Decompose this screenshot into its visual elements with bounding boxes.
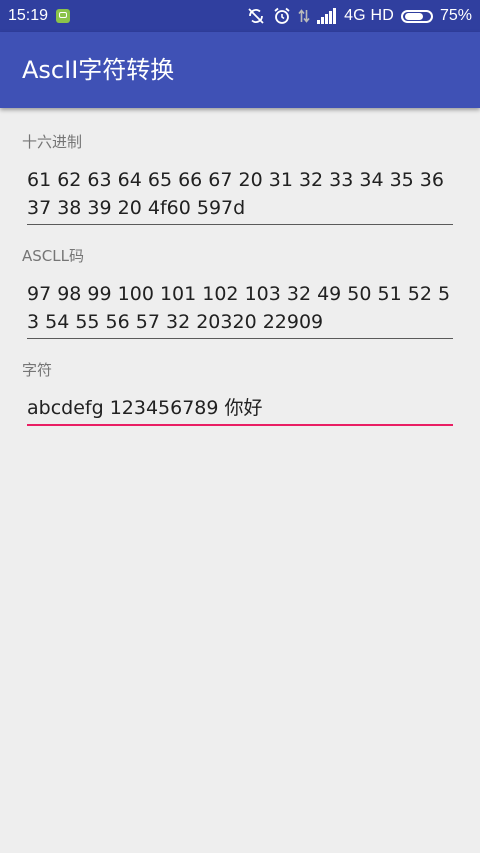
app-notification-icon <box>56 9 71 23</box>
char-field-group: 字符 abcdefg 123456789 你好 <box>22 360 453 426</box>
char-input[interactable]: abcdefg 123456789 你好 <box>27 394 453 426</box>
ascii-field-group: ASCLL码 97 98 99 100 101 102 103 32 49 50… <box>22 246 453 339</box>
sync-off-icon <box>248 8 264 24</box>
hex-field-group: 十六进制 61 62 63 64 65 66 67 20 31 32 33 34… <box>22 132 453 225</box>
data-arrows-icon <box>298 9 310 23</box>
battery-icon <box>400 9 433 23</box>
char-label: 字符 <box>22 361 53 379</box>
ascii-code-label: ASCLL码 <box>22 247 84 265</box>
status-bar-right: 4G HD 75% <box>246 0 472 32</box>
network-type-label: 4G HD <box>344 7 394 24</box>
battery-fill <box>404 12 423 20</box>
status-bar-left: 15:19 <box>8 0 71 32</box>
app-bar: AscII字符转换 <box>0 32 480 108</box>
hex-input[interactable]: 61 62 63 64 65 66 67 20 31 32 33 34 35 3… <box>27 166 453 225</box>
hex-label: 十六进制 <box>22 133 83 151</box>
ascii-code-input[interactable]: 97 98 99 100 101 102 103 32 49 50 51 52 … <box>27 280 453 339</box>
status-bar: 15:19 4G HD 75% <box>0 0 480 32</box>
battery-percent: 75% <box>439 7 472 24</box>
alarm-icon <box>274 7 290 24</box>
signal-icon <box>317 8 337 24</box>
app-title: AscII字符转换 <box>22 56 175 84</box>
status-time: 15:19 <box>8 7 49 24</box>
